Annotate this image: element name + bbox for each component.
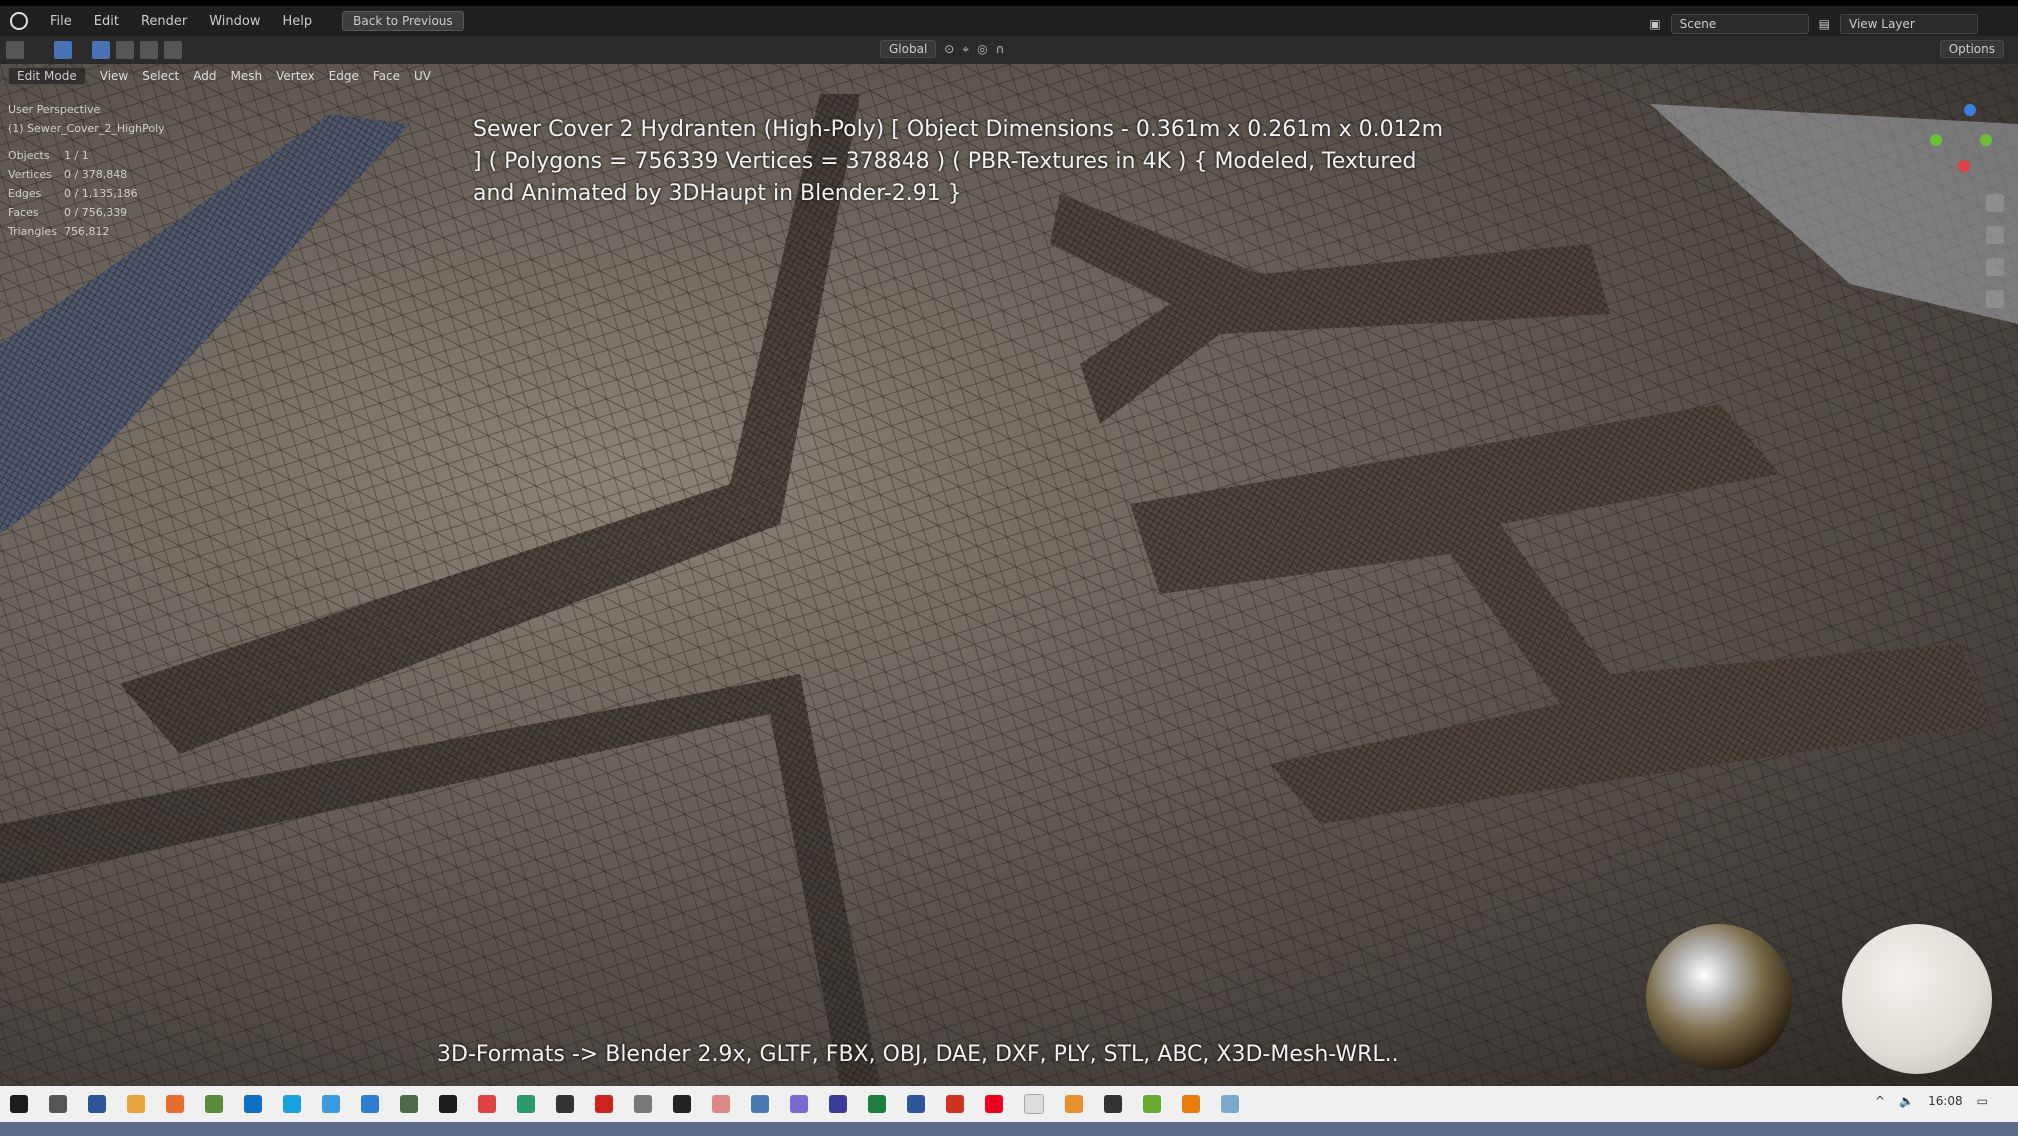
pivot-icon[interactable]: ⊙ (944, 42, 954, 56)
stat-row: Edges 0 / 1,135,186 (8, 187, 138, 200)
menu-window[interactable]: Window (209, 14, 260, 29)
os-taskbar: ^ 🔈 16:08 ▭ (0, 1086, 2018, 1122)
3d-viewport[interactable]: Edit Mode View Select Add Mesh Vertex Ed… (0, 64, 2018, 1086)
app-icon[interactable] (829, 1095, 847, 1113)
editor-type-icon[interactable] (6, 41, 24, 59)
overlay-formats: 3D-Formats -> Blender 2.9x, GLTF, FBX, O… (437, 1042, 1399, 1067)
skype-icon[interactable] (283, 1095, 301, 1113)
top-menu-bar: File Edit Render Window Help Back to Pre… (0, 0, 2018, 36)
transform-controls: Global ⊙ ⌖ ◎ ∩ (880, 40, 1004, 58)
word-icon[interactable] (907, 1095, 925, 1113)
viewport-header: Edit Mode View Select Add Mesh Vertex Ed… (0, 64, 2018, 88)
orientation-dropdown[interactable]: Global (880, 40, 937, 58)
app-icon[interactable] (556, 1095, 574, 1113)
app-icon[interactable] (1143, 1095, 1161, 1113)
outlook-icon[interactable] (244, 1095, 262, 1113)
file-explorer-icon[interactable] (127, 1095, 145, 1113)
pan-hand-icon[interactable] (1986, 226, 2004, 244)
app-icon[interactable] (790, 1095, 808, 1113)
app-icon[interactable] (595, 1095, 613, 1113)
view-layer-icon[interactable]: ▤ (1819, 17, 1830, 31)
viewport-nav-icons (1986, 194, 2004, 308)
menu-help[interactable]: Help (283, 14, 313, 29)
gizmo-z-icon[interactable] (1964, 104, 1976, 116)
viewport-menu-vertex[interactable]: Vertex (276, 69, 315, 83)
hdri-chrome-sphere (1646, 924, 1792, 1070)
scene-field[interactable]: Scene (1670, 14, 1809, 34)
viewport-menu-select[interactable]: Select (142, 69, 179, 83)
app-icon[interactable] (400, 1095, 418, 1113)
gizmo-y-neg-icon[interactable] (1980, 134, 1992, 146)
app-icon[interactable] (517, 1095, 535, 1113)
app-icon[interactable] (478, 1095, 496, 1113)
notepad-icon[interactable] (205, 1095, 223, 1113)
app-icon[interactable] (634, 1095, 652, 1113)
select-mode-subtract-icon[interactable] (140, 41, 158, 59)
viewport-menu-mesh[interactable]: Mesh (231, 69, 263, 83)
scene-icon[interactable]: ▣ (1649, 17, 1660, 31)
viewport-menu-face[interactable]: Face (373, 69, 400, 83)
viewport-stats: User Perspective (1) Sewer_Cover_2_HighP… (8, 100, 165, 241)
mode-dropdown[interactable]: Edit Mode (8, 67, 86, 85)
menu-edit[interactable]: Edit (94, 14, 119, 29)
stat-row: Objects 1 / 1 (8, 149, 89, 162)
gizmo-x-icon[interactable] (1958, 160, 1970, 172)
perspective-toggle-icon[interactable] (1986, 290, 2004, 308)
app-icon[interactable] (1104, 1095, 1122, 1113)
options-dropdown[interactable]: Options (1939, 40, 2004, 58)
navigation-gizmo[interactable] (1924, 104, 1994, 194)
menu-file[interactable]: File (50, 14, 72, 29)
app-icon[interactable] (751, 1095, 769, 1113)
chrome-icon[interactable] (322, 1095, 340, 1113)
select-tool-icon[interactable] (54, 41, 72, 59)
app-icon[interactable] (1024, 1094, 1044, 1114)
viewport-menu-view[interactable]: View (100, 69, 128, 83)
viewport-menu-add[interactable]: Add (193, 69, 216, 83)
chevron-up-icon[interactable]: ^ (1875, 1094, 1885, 1108)
system-tray: ^ 🔈 16:08 ▭ (1875, 1094, 1988, 1108)
notifications-icon[interactable]: ▭ (1977, 1094, 1988, 1108)
perspective-label: User Perspective (8, 103, 101, 116)
save-app-icon[interactable] (88, 1095, 106, 1113)
app-icon[interactable] (673, 1095, 691, 1113)
menu-render[interactable]: Render (141, 14, 187, 29)
viewport-menu-uv[interactable]: UV (414, 69, 431, 83)
app-icon[interactable] (1065, 1095, 1083, 1113)
zoom-icon[interactable] (1986, 194, 2004, 212)
search-icon[interactable] (49, 1095, 67, 1113)
excel-icon[interactable] (868, 1095, 886, 1113)
app-icon[interactable] (361, 1095, 379, 1113)
stat-row: Triangles 756,812 (8, 225, 110, 238)
app-icon[interactable] (1221, 1095, 1239, 1113)
app-icon[interactable] (946, 1095, 964, 1113)
view-layer-field[interactable]: View Layer (1840, 14, 1978, 34)
select-mode-new-icon[interactable] (92, 41, 110, 59)
viewport-menu-edge[interactable]: Edge (329, 69, 359, 83)
object-name-label: (1) Sewer_Cover_2_HighPoly (8, 122, 165, 135)
blender-taskbar-icon[interactable] (1182, 1095, 1200, 1113)
falloff-icon[interactable]: ∩ (996, 42, 1005, 56)
app-icon[interactable] (439, 1095, 457, 1113)
volume-icon[interactable]: 🔈 (1899, 1094, 1914, 1108)
snap-icon[interactable]: ⌖ (962, 42, 969, 57)
firefox-icon[interactable] (166, 1095, 184, 1113)
opera-icon[interactable] (985, 1095, 1003, 1113)
bottom-strip (0, 1122, 2018, 1136)
back-to-previous-button[interactable]: Back to Previous (342, 11, 464, 31)
hdri-matte-sphere (1842, 924, 1992, 1074)
scene-controls: ▣ Scene ▤ View Layer (1649, 14, 1978, 34)
windows-start-icon[interactable] (10, 1095, 28, 1113)
stat-row: Faces 0 / 756,339 (8, 206, 128, 219)
app-icon[interactable] (712, 1095, 730, 1113)
gizmo-y-icon[interactable] (1930, 134, 1942, 146)
overlay-headline: Sewer Cover 2 Hydranten (High-Poly) [ Ob… (473, 117, 1444, 206)
select-mode-invert-icon[interactable] (164, 41, 182, 59)
tool-header: Global ⊙ ⌖ ◎ ∩ Options (0, 36, 2018, 64)
clock[interactable]: 16:08 (1928, 1094, 1963, 1108)
blender-logo-icon[interactable] (10, 12, 28, 30)
select-mode-extend-icon[interactable] (116, 41, 134, 59)
camera-icon[interactable] (1986, 258, 2004, 276)
proportional-edit-icon[interactable]: ◎ (977, 42, 987, 56)
stat-row: Vertices 0 / 378,848 (8, 168, 128, 181)
